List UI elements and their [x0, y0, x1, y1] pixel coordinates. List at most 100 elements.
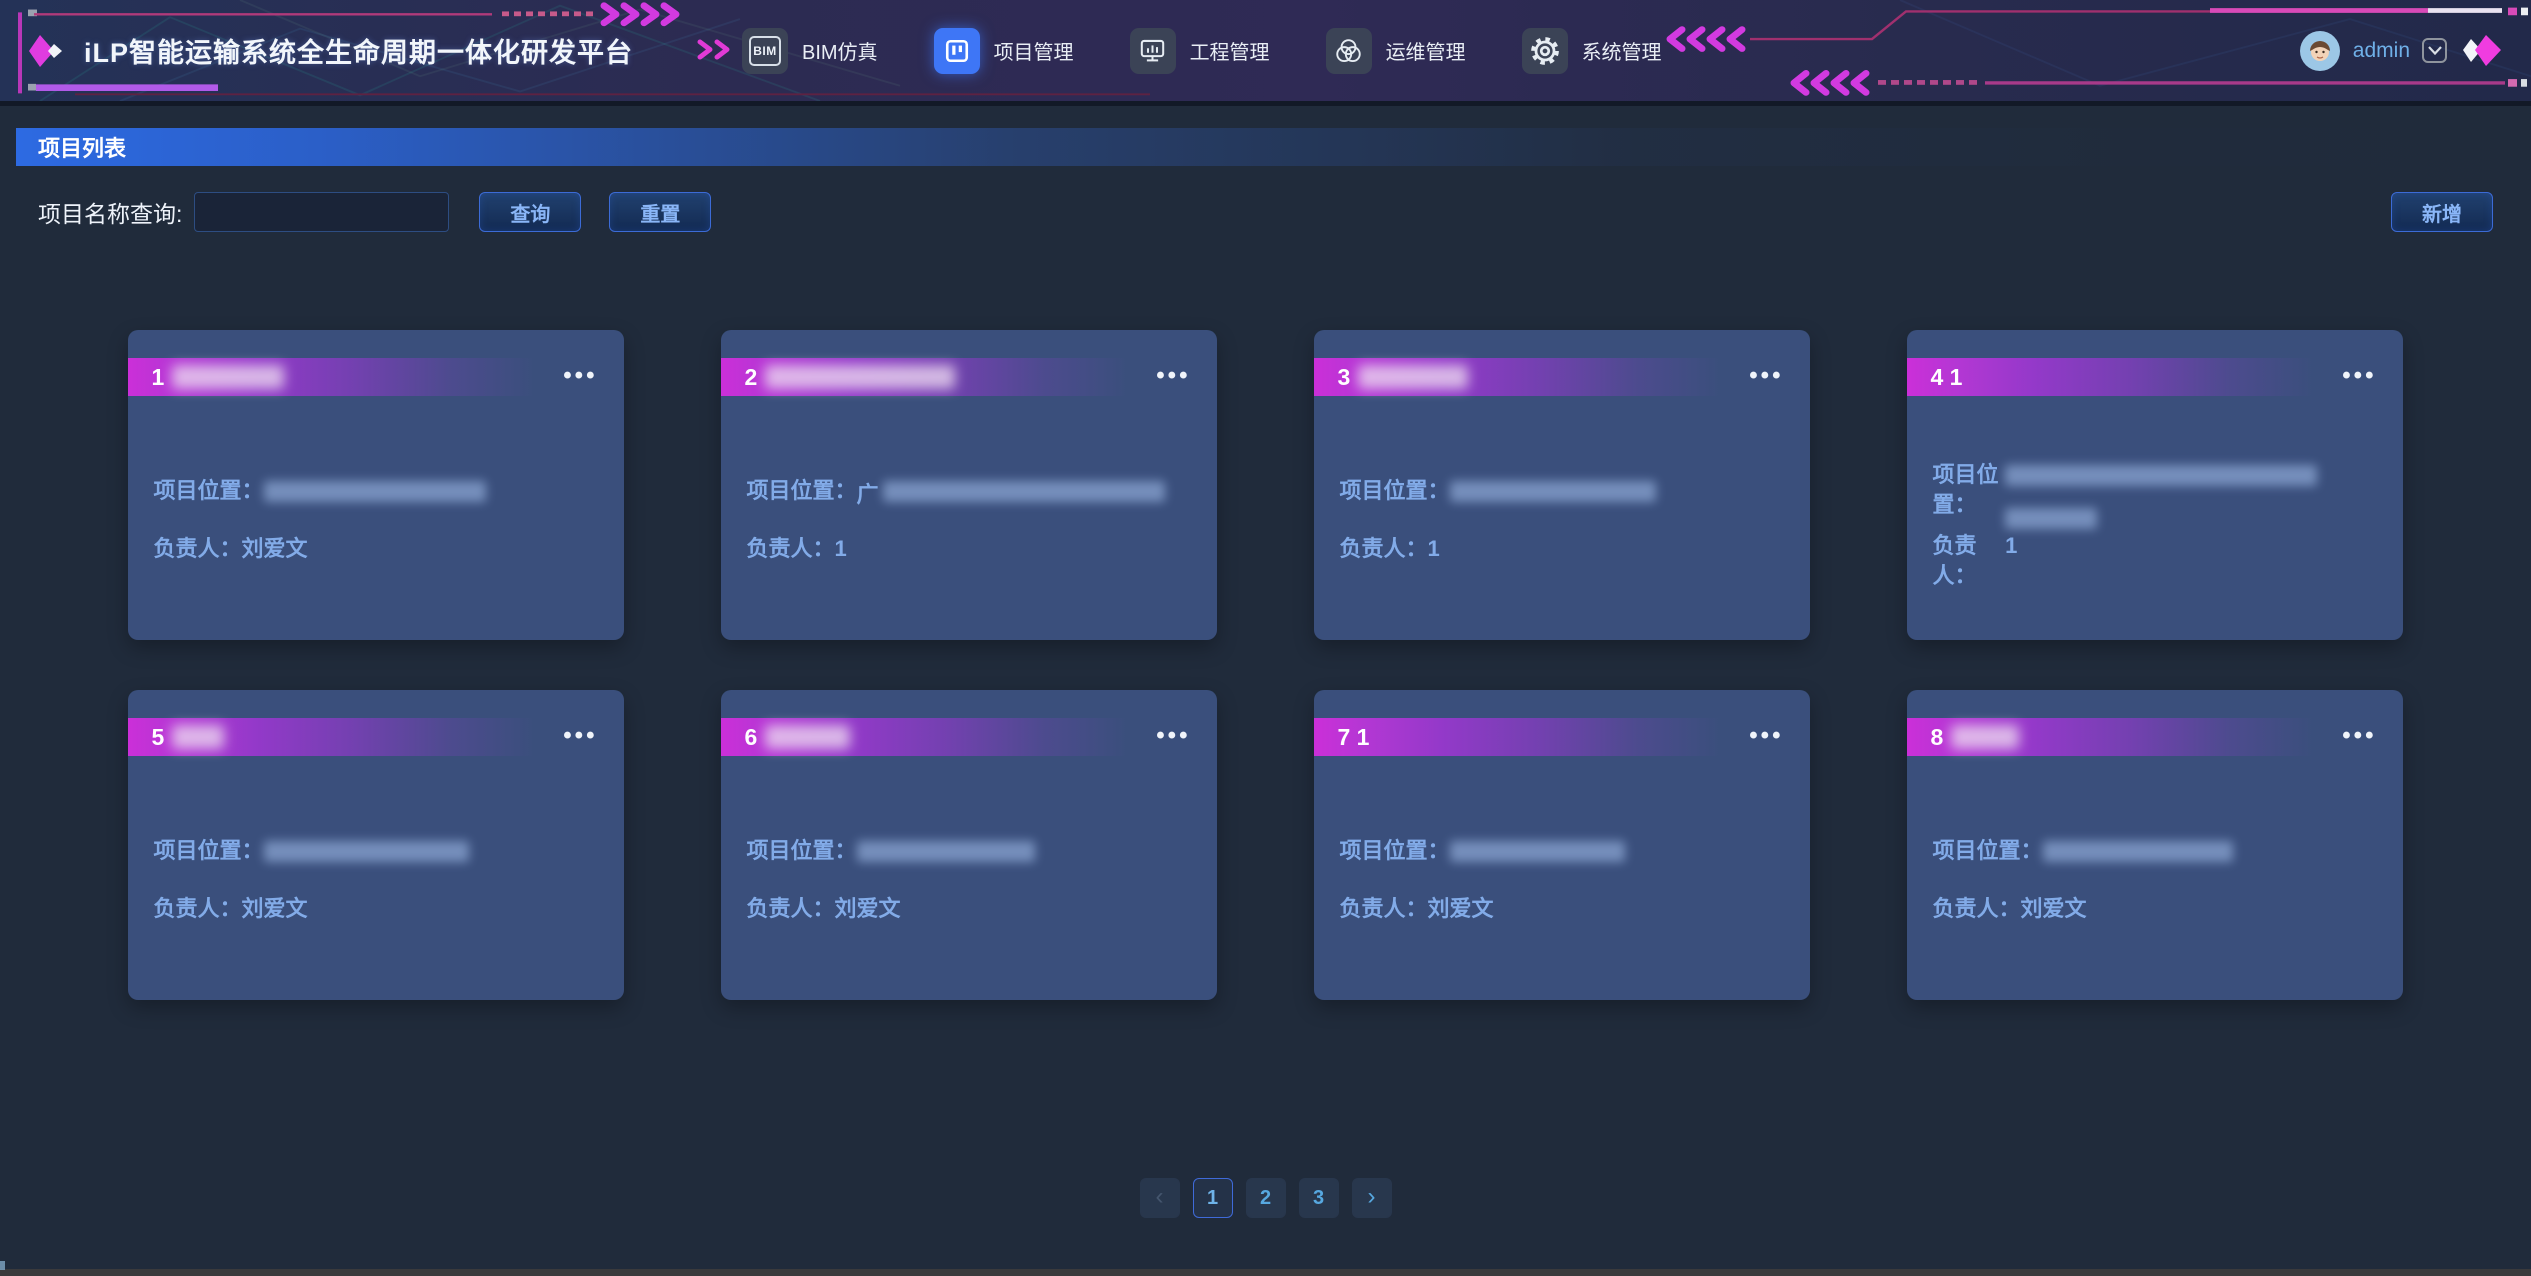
card-title: 2: [745, 364, 956, 391]
card-title-bar: 1: [128, 358, 624, 396]
redacted-title-text: [765, 365, 955, 389]
card-menu-icon[interactable]: •••: [2342, 724, 2376, 748]
card-title: 7 1: [1338, 724, 1370, 751]
project-card[interactable]: 8 ••• 项目位置： 负责人： 刘爱文: [1907, 690, 2403, 1000]
section-title-bar: 项目列表: [16, 128, 2515, 166]
project-owner-field: 负责人： 刘爱文: [1933, 894, 2377, 924]
project-card-grid: 1 ••• 项目位置： 负责人： 刘爱文 2: [128, 330, 2404, 1000]
redacted-title-text: [1358, 365, 1468, 389]
card-title-bar: 7 1: [1314, 718, 1810, 756]
card-menu-icon[interactable]: •••: [1749, 724, 1783, 748]
card-menu-icon[interactable]: •••: [2342, 364, 2376, 388]
card-body: 项目位置： 负责人： 刘爱文: [721, 836, 1217, 924]
project-location-field: 项目位置：: [747, 836, 1191, 870]
redacted-location-text: [2043, 841, 2233, 862]
card-title-bar: 4 1: [1907, 358, 2403, 396]
project-card[interactable]: 1 ••• 项目位置： 负责人： 刘爱文: [128, 330, 624, 640]
card-menu-icon[interactable]: •••: [563, 724, 597, 748]
chevron-down-icon: [2428, 46, 2442, 55]
redacted-title-text: [765, 725, 850, 749]
project-owner-field: 负责人： 1: [1933, 531, 2377, 591]
pagination-page-3[interactable]: 3: [1299, 1178, 1339, 1218]
pagination-page-1[interactable]: 1: [1193, 1178, 1233, 1218]
project-owner-field: 负责人： 1: [1340, 534, 1784, 564]
redacted-title-text: [172, 365, 284, 389]
bim-icon: BIM: [742, 28, 788, 74]
search-toolbar: 项目名称查询: 查询 重置 新增: [38, 190, 2493, 234]
project-location-field: 项目位置：: [1340, 836, 1784, 870]
owner-name: 刘爱文: [835, 894, 901, 924]
search-label: 项目名称查询:: [38, 195, 182, 229]
reset-button[interactable]: 重置: [609, 192, 711, 232]
project-owner-field: 负责人： 刘爱文: [747, 894, 1191, 924]
card-title: 8: [1931, 724, 2020, 751]
project-card[interactable]: 7 1 ••• 项目位置： 负责人： 刘爱文: [1314, 690, 1810, 1000]
pagination: ‹ 123 ›: [0, 1178, 2531, 1218]
redacted-location-text: [1450, 481, 1656, 502]
card-body: 项目位置： 负责人： 刘爱文: [128, 476, 624, 564]
double-diamond-logo-icon: [26, 30, 68, 72]
card-menu-icon[interactable]: •••: [1156, 364, 1190, 388]
card-title-bar: 8: [1907, 718, 2403, 756]
redacted-location-text: [2005, 508, 2097, 529]
owner-name: 刘爱文: [2021, 894, 2087, 924]
card-title-bar: 3: [1314, 358, 1810, 396]
project-name-search-input[interactable]: [194, 192, 449, 232]
query-button[interactable]: 查询: [479, 192, 581, 232]
nav-item-operations-management[interactable]: 运维管理: [1326, 28, 1466, 74]
user-area: admin: [2299, 0, 2503, 101]
card-body: 项目位置： 负责人： 刘爱文: [1314, 836, 1810, 924]
card-title-bar: 2: [721, 358, 1217, 396]
redacted-title-text: [1951, 725, 2019, 749]
top-header: iLP智能运输系统全生命周期一体化研发平台 BIM BIM仿真 项目管理: [0, 0, 2531, 106]
page-title: 项目列表: [38, 131, 126, 163]
redacted-location-text: [883, 481, 1165, 502]
redacted-location-text: [1450, 841, 1625, 862]
project-location-field: 项目位置：: [1933, 460, 2377, 529]
project-owner-field: 负责人： 刘爱文: [154, 894, 598, 924]
owner-name: 刘爱文: [242, 534, 308, 564]
card-body: 项目位置： 广 负责人： 1: [721, 476, 1217, 564]
card-title: 5: [152, 724, 225, 751]
project-location-field: 项目位置：: [1933, 836, 2377, 870]
pagination-prev-button[interactable]: ‹: [1140, 1178, 1180, 1218]
project-card[interactable]: 3 ••• 项目位置： 负责人： 1: [1314, 330, 1810, 640]
redacted-location-text: [857, 841, 1035, 862]
card-menu-icon[interactable]: •••: [563, 364, 597, 388]
owner-name: 1: [1428, 534, 1440, 564]
card-title: 6: [745, 724, 851, 751]
card-title: 3: [1338, 364, 1469, 391]
project-owner-field: 负责人： 刘爱文: [154, 534, 598, 564]
nav-item-bim-simulation[interactable]: BIM BIM仿真: [742, 28, 878, 74]
card-title-bar: 5: [128, 718, 624, 756]
redacted-location-text: [264, 481, 486, 502]
user-dropdown[interactable]: [2422, 38, 2447, 63]
username[interactable]: admin: [2353, 39, 2410, 63]
project-flag-icon: [934, 28, 980, 74]
project-owner-field: 负责人： 刘爱文: [1340, 894, 1784, 924]
avatar[interactable]: [2299, 30, 2341, 72]
project-location-field: 项目位置：: [154, 476, 598, 510]
venn-circles-icon: [1326, 28, 1372, 74]
project-card[interactable]: 2 ••• 项目位置： 广 负责人： 1: [721, 330, 1217, 640]
card-menu-icon[interactable]: •••: [1156, 724, 1190, 748]
bottom-edge-strip: [0, 1269, 2531, 1276]
owner-name: 1: [835, 534, 847, 564]
nav-item-engineering-management[interactable]: 工程管理: [1130, 28, 1270, 74]
add-button[interactable]: 新增: [2391, 192, 2493, 232]
corner-diamond-icon: [2459, 31, 2503, 71]
pagination-next-button[interactable]: ›: [1352, 1178, 1392, 1218]
project-owner-field: 负责人： 1: [747, 534, 1191, 564]
nav-item-system-management[interactable]: 系统管理: [1522, 28, 1662, 74]
pagination-page-2[interactable]: 2: [1246, 1178, 1286, 1218]
project-card[interactable]: 5 ••• 项目位置： 负责人： 刘爱文: [128, 690, 624, 1000]
project-location-field: 项目位置：: [154, 836, 598, 870]
redacted-location-text: [264, 841, 469, 862]
main-content: 项目列表 项目名称查询: 查询 重置 新增 1 ••• 项目位置：: [0, 128, 2531, 1218]
nav-item-project-management[interactable]: 项目管理: [934, 28, 1074, 74]
owner-name: 刘爱文: [242, 894, 308, 924]
card-title: 1: [152, 364, 285, 391]
card-menu-icon[interactable]: •••: [1749, 364, 1783, 388]
project-card[interactable]: 6 ••• 项目位置： 负责人： 刘爱文: [721, 690, 1217, 1000]
project-card[interactable]: 4 1 ••• 项目位置： 负责人： 1: [1907, 330, 2403, 640]
